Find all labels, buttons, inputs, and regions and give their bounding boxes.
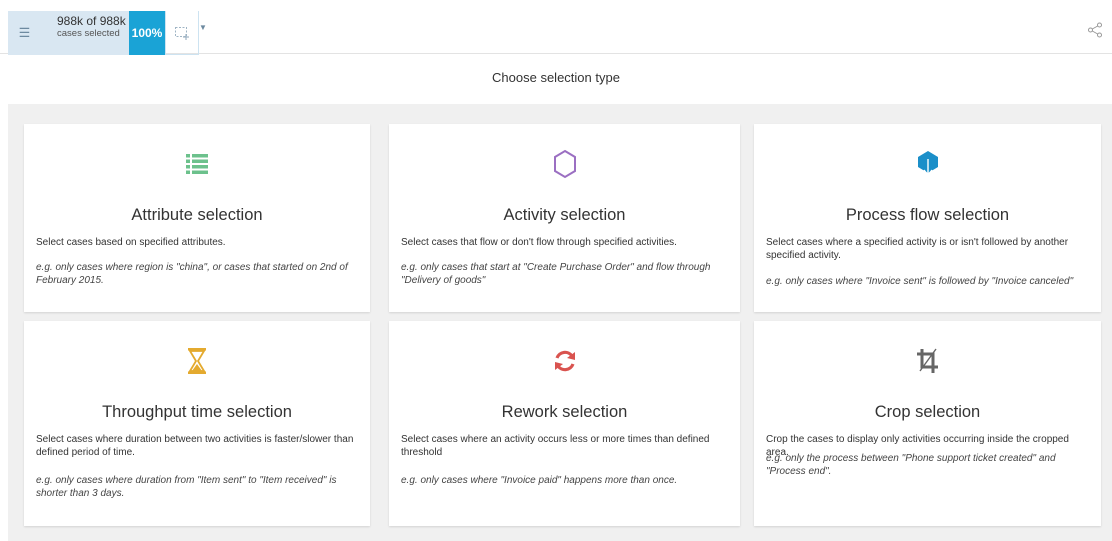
card-title: Throughput time selection (102, 403, 292, 421)
card-example: e.g. only cases where "Invoice sent" is … (766, 276, 1074, 287)
selection-type-panel: Attribute selection Select cases based o… (8, 104, 1112, 541)
throughput-time-selection-card[interactable]: Throughput time selection Select cases w… (24, 321, 370, 526)
card-description: Select cases where an activity occurs le… (401, 434, 710, 458)
selection-summary[interactable]: 988k of 988k cases selected (41, 11, 129, 55)
hamburger-icon[interactable]: ☰ (8, 11, 41, 55)
chevron-down-icon[interactable]: ▼ (199, 23, 207, 32)
card-description: Select cases that flow or don't flow thr… (401, 237, 677, 248)
crop-select-icon (175, 26, 189, 40)
process-flow-icon (917, 151, 938, 177)
card-title: Rework selection (501, 403, 628, 421)
card-example: e.g. only cases that start at "Create Pu… (401, 262, 711, 286)
selected-label: cases selected (57, 28, 120, 39)
card-example: e.g. only the process between "Phone sup… (766, 453, 1056, 477)
card-title: Attribute selection (131, 206, 263, 224)
card-title: Activity selection (503, 206, 626, 224)
crop-selection-card[interactable]: Crop selection Crop the cases to display… (754, 321, 1101, 526)
process-flow-selection-card[interactable]: Process flow selection Select cases wher… (754, 124, 1101, 312)
attribute-selection-card[interactable]: Attribute selection Select cases based o… (24, 124, 370, 312)
card-title: Crop selection (874, 403, 981, 421)
rework-selection-card[interactable]: Rework selection Select cases where an a… (389, 321, 740, 526)
card-example: e.g. only cases where duration from "Ite… (36, 475, 337, 499)
card-description: Select cases based on specified attribut… (36, 237, 226, 248)
card-example: e.g. only cases where region is "china",… (36, 262, 348, 286)
card-description: Select cases where duration between two … (36, 434, 354, 458)
share-icon[interactable] (1087, 22, 1103, 38)
selected-count: 988k of 988k (57, 14, 126, 28)
activity-selection-card[interactable]: Activity selection Select cases that flo… (389, 124, 740, 312)
selection-tool-button[interactable] (165, 11, 199, 55)
hexagon-icon (553, 149, 576, 179)
card-description: Select cases where a specified activity … (766, 237, 1069, 261)
percent-badge: 100% (129, 11, 165, 55)
top-toolbar: ☰ 988k of 988k cases selected 100% ▼ (0, 0, 1112, 55)
card-example: e.g. only cases where "Invoice paid" hap… (401, 475, 678, 486)
card-title: Process flow selection (845, 206, 1010, 224)
list-icon (186, 154, 208, 174)
page-title: Choose selection type (492, 70, 620, 85)
refresh-icon (554, 350, 575, 372)
crop-icon (916, 348, 938, 373)
hourglass-icon (188, 348, 206, 374)
